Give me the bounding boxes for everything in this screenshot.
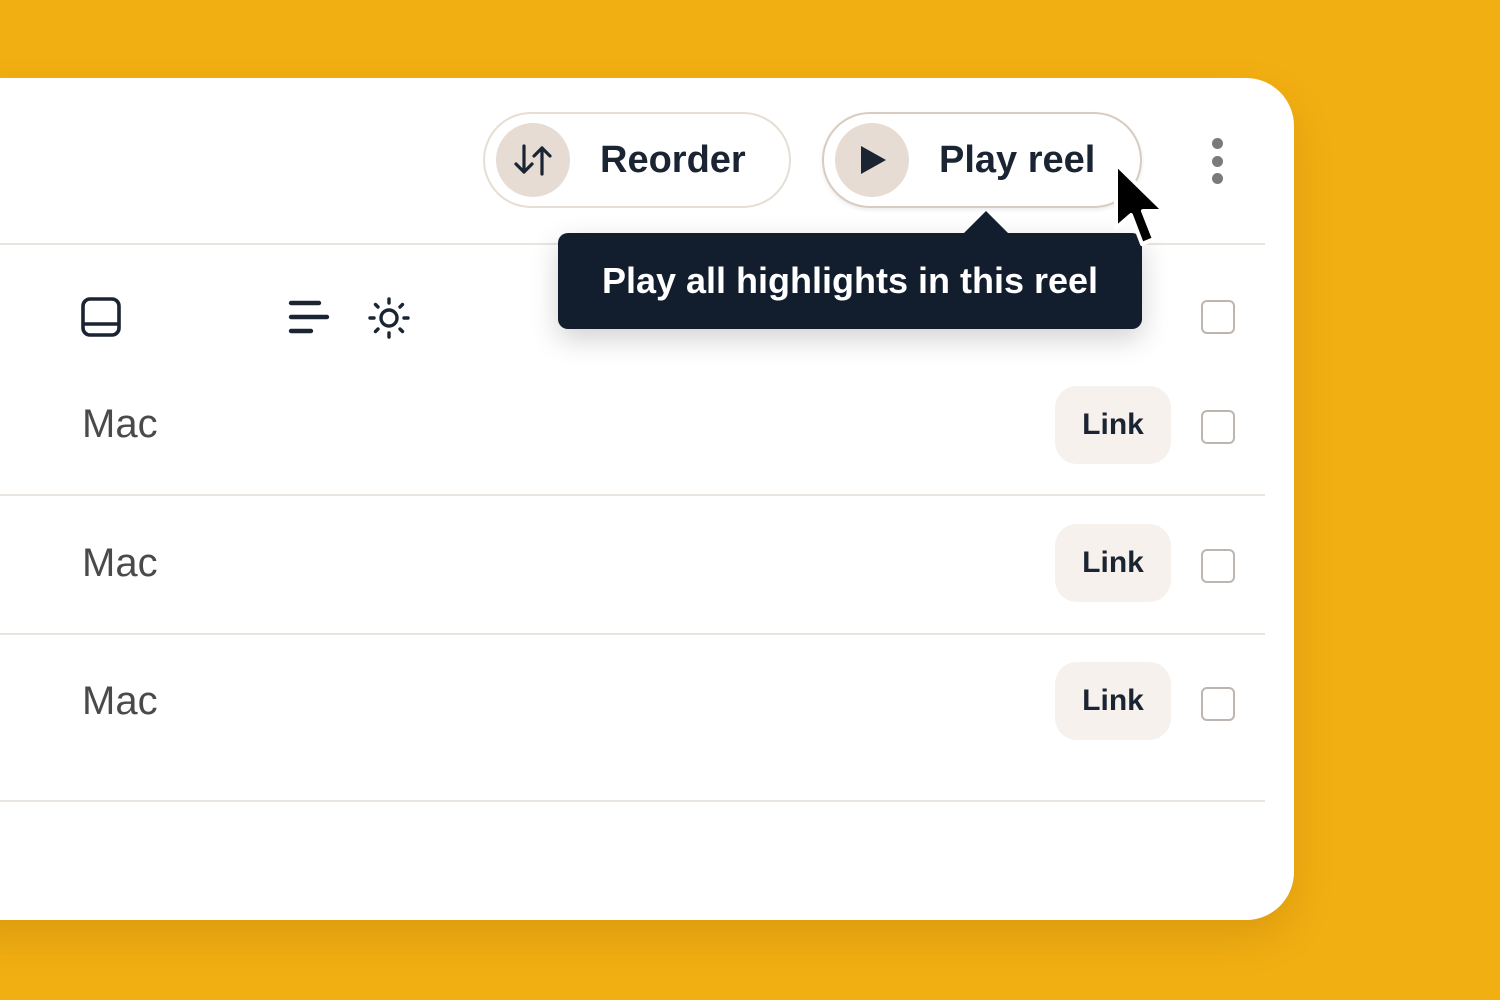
reorder-button[interactable]: Reorder — [483, 112, 791, 208]
select-all-checkbox[interactable] — [1201, 300, 1235, 334]
row-checkbox[interactable] — [1201, 549, 1235, 583]
align-left-icon[interactable] — [287, 298, 331, 338]
row-link-button[interactable]: Link — [1055, 524, 1171, 602]
kebab-menu-icon[interactable] — [1197, 134, 1237, 188]
kebab-dot — [1211, 138, 1223, 149]
arrows-up-down-icon — [514, 144, 552, 176]
kebab-dot — [1211, 155, 1223, 167]
tooltip-text: Play all highlights in this reel — [601, 260, 1099, 301]
sun-icon[interactable] — [367, 296, 411, 340]
play-reel-label: Play reel — [939, 138, 1096, 181]
row-divider — [0, 494, 1265, 496]
reorder-icon-circle — [496, 123, 570, 197]
table-bottom-divider — [0, 800, 1265, 802]
row-link-button[interactable]: Link — [1055, 662, 1171, 740]
row-checkbox[interactable] — [1201, 410, 1235, 444]
play-reel-tooltip: Play all highlights in this reel — [558, 211, 1142, 329]
play-icon — [861, 146, 886, 174]
panel-bottom-icon[interactable] — [80, 296, 124, 340]
row-checkbox[interactable] — [1201, 687, 1235, 721]
row-label: Mac — [82, 679, 158, 723]
mouse-pointer-icon — [1114, 162, 1166, 246]
kebab-dot — [1211, 173, 1223, 184]
row-divider — [0, 633, 1265, 635]
tooltip-arrow — [964, 211, 1008, 233]
play-reel-button[interactable]: Play reel — [822, 112, 1142, 208]
row-label: Mac — [82, 402, 158, 446]
reorder-label: Reorder — [600, 138, 746, 181]
play-icon-circle — [835, 123, 909, 197]
row-link-button[interactable]: Link — [1055, 386, 1171, 464]
row-label: Mac — [82, 541, 158, 585]
